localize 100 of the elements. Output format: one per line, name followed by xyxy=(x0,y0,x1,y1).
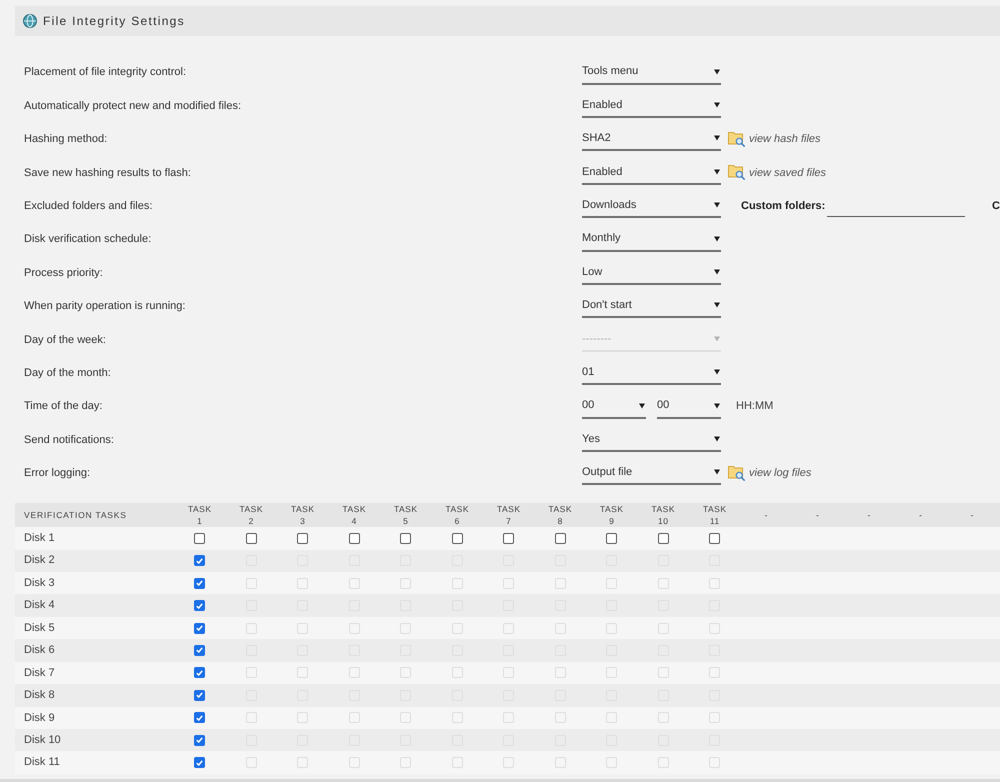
globe-icon xyxy=(23,14,37,28)
disk-label: Disk 6 xyxy=(23,643,56,658)
caret-icon xyxy=(714,336,720,342)
caret-icon xyxy=(714,135,720,142)
dropdown[interactable]: SHA2 xyxy=(582,127,721,152)
column-header: TASK 6 xyxy=(444,503,470,528)
dropdown[interactable]: Tools menu xyxy=(582,60,721,85)
checkbox[interactable] xyxy=(348,532,360,544)
checkbox[interactable] xyxy=(709,532,720,544)
column-header: - xyxy=(918,509,924,522)
checkmark-icon xyxy=(196,760,204,766)
disk-label: Disk 10 xyxy=(23,732,62,748)
dropdown[interactable]: Yes xyxy=(582,428,721,452)
setting-label: Placement of file integrity control: xyxy=(24,65,188,80)
disk-label: Disk 1 xyxy=(23,531,56,546)
checkmark-icon xyxy=(196,737,204,744)
checkbox[interactable] xyxy=(194,734,206,746)
folder-search-icon xyxy=(728,132,745,147)
column-header: VERIFICATION TASKS xyxy=(23,508,128,522)
caret-icon xyxy=(714,168,720,175)
checkbox[interactable] xyxy=(606,532,618,544)
checkmark-icon xyxy=(196,602,204,609)
checkbox[interactable] xyxy=(194,578,206,589)
column-header: TASK 10 xyxy=(650,503,676,528)
disk-label: Disk 3 xyxy=(23,576,56,591)
field-label: Custom folders: xyxy=(741,199,826,214)
column-header: TASK 1 xyxy=(186,503,213,528)
time-format-hint: HH:MM xyxy=(736,399,774,414)
setting-label: Save new hashing results to flash: xyxy=(24,166,192,181)
caret-icon xyxy=(714,102,720,108)
caret-icon xyxy=(714,302,720,308)
checkbox[interactable] xyxy=(194,555,206,566)
setting-label: Send notifications: xyxy=(24,432,115,448)
field-label: C xyxy=(992,199,1000,214)
dropdown[interactable]: Low xyxy=(582,261,721,286)
setting-label: Day of the week: xyxy=(24,332,107,348)
files-link[interactable]: view hash files xyxy=(728,131,821,148)
checkbox[interactable] xyxy=(658,532,669,544)
checkbox[interactable] xyxy=(297,532,308,544)
disk-label: Disk 9 xyxy=(23,710,56,726)
checkbox[interactable] xyxy=(194,600,206,612)
disk-label: Disk 5 xyxy=(23,620,56,636)
column-header: TASK 5 xyxy=(392,503,419,528)
checkmark-icon xyxy=(196,558,204,564)
files-link[interactable]: view log files xyxy=(728,465,812,482)
setting-label: When parity operation is running: xyxy=(24,299,186,314)
checkbox[interactable] xyxy=(503,532,514,544)
checkbox[interactable] xyxy=(194,667,206,678)
dropdown[interactable]: 00 xyxy=(657,394,721,419)
files-link[interactable]: view saved files xyxy=(728,164,826,182)
setting-label: Day of the month: xyxy=(24,366,112,381)
column-header: TASK 2 xyxy=(238,503,264,528)
setting-label: Process priority: xyxy=(24,266,104,281)
checkbox[interactable] xyxy=(452,532,463,544)
dropdown[interactable]: 00 xyxy=(582,394,646,419)
disk-label: Disk 2 xyxy=(23,553,56,568)
checkmark-icon xyxy=(196,714,204,721)
checkbox[interactable] xyxy=(194,644,206,656)
checkbox[interactable] xyxy=(194,757,206,768)
column-header: TASK 3 xyxy=(290,503,316,528)
column-header: - xyxy=(764,509,769,522)
folder-search-icon xyxy=(728,165,745,180)
dropdown[interactable]: 01 xyxy=(582,361,721,386)
disk-label: Disk 4 xyxy=(23,598,56,614)
checkbox[interactable] xyxy=(246,532,257,544)
caret-icon xyxy=(714,236,720,242)
checkbox[interactable] xyxy=(194,712,206,724)
setting-label: Error logging: xyxy=(24,466,92,482)
checkmark-icon xyxy=(196,670,204,676)
caret-icon xyxy=(714,402,720,409)
dropdown[interactable]: Downloads xyxy=(582,194,721,218)
section-title: File Integrity Settings xyxy=(43,13,185,30)
caret-icon xyxy=(714,369,720,376)
dropdown[interactable]: Don't start xyxy=(582,294,721,318)
column-header: TASK 7 xyxy=(496,503,522,528)
caret-icon xyxy=(714,269,720,276)
dropdown[interactable]: Enabled xyxy=(582,94,721,118)
column-header: TASK 8 xyxy=(547,503,574,528)
column-header: TASK 11 xyxy=(702,503,728,528)
folder-search-icon xyxy=(728,466,745,481)
checkbox[interactable] xyxy=(194,622,206,634)
column-header: TASK 4 xyxy=(341,503,368,528)
checkbox[interactable] xyxy=(400,532,412,544)
dropdown[interactable]: Output file xyxy=(582,461,721,486)
dropdown[interactable]: Enabled xyxy=(582,160,721,185)
checkbox[interactable] xyxy=(194,690,206,701)
caret-icon xyxy=(714,68,720,75)
checkmark-icon xyxy=(196,647,204,654)
setting-label: Time of the day: xyxy=(24,399,104,414)
caret-icon xyxy=(639,402,645,409)
checkbox[interactable] xyxy=(554,532,566,544)
checkbox[interactable] xyxy=(194,532,206,544)
column-header: - xyxy=(866,509,872,522)
checkmark-icon xyxy=(196,625,204,632)
dropdown[interactable]: Monthly xyxy=(582,228,721,252)
setting-label: Excluded folders and files: xyxy=(24,199,154,214)
setting-label: Disk verification schedule: xyxy=(24,232,152,248)
caret-icon xyxy=(714,436,720,442)
disk-label: Disk 8 xyxy=(23,688,56,704)
disk-label: Disk 7 xyxy=(23,666,56,681)
